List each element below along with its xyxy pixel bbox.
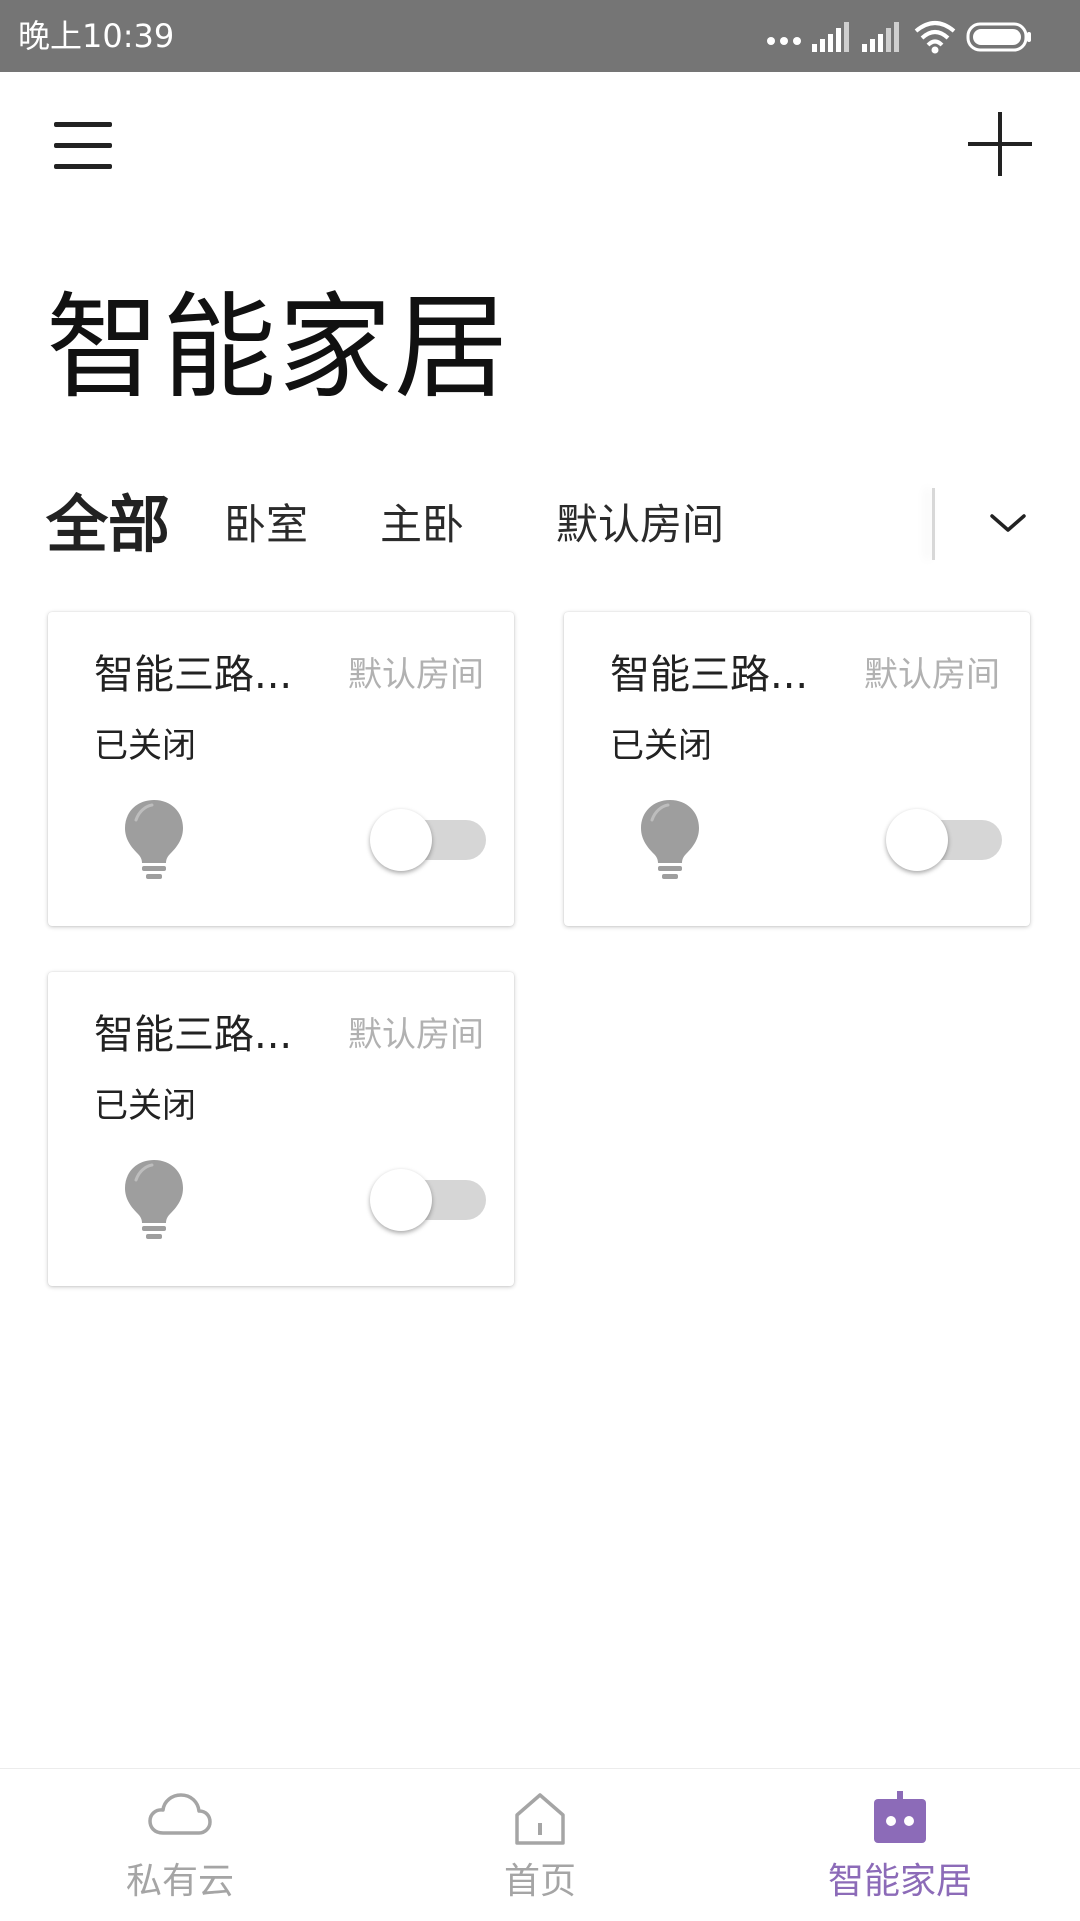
tabs-expand-button[interactable] [980,496,1036,552]
signal-icon [862,22,899,52]
nav-home[interactable]: 首页 [390,1769,690,1921]
device-room: 默认房间 [348,655,484,695]
plus-icon [968,112,1032,176]
hamburger-menu-icon [54,122,112,169]
device-card[interactable]: 智能三路... 默认房间 已关闭 [48,612,514,926]
tab-master-bedroom[interactable]: 主卧 [380,480,464,570]
device-state: 已关闭 [94,726,196,766]
nav-label: 首页 [503,1861,576,1902]
nav-smart-home[interactable]: 智能家居 [750,1769,1050,1921]
device-power-switch[interactable] [886,808,1002,872]
home-icon [515,1793,565,1845]
more-dots-icon [767,37,801,45]
page-title: 智能家居 [46,281,511,414]
switch-thumb [370,1169,432,1231]
device-name: 智能三路... [94,1012,293,1058]
lightbulb-icon [641,800,699,879]
wifi-icon [914,21,956,54]
device-state: 已关闭 [610,726,712,766]
nav-label: 私有云 [125,1861,234,1902]
device-card[interactable]: 智能三路... 默认房间 已关闭 [48,972,514,1286]
add-device-button[interactable] [964,108,1036,180]
switch-thumb [886,809,948,871]
device-name: 智能三路... [610,652,809,698]
device-room: 默认房间 [348,1015,484,1055]
device-power-switch[interactable] [370,1168,486,1232]
device-name: 智能三路... [94,652,293,698]
switch-thumb [370,809,432,871]
cloud-icon [148,1793,212,1835]
nav-label: 智能家居 [827,1861,972,1902]
status-bar: 晚上10:39 [0,0,1080,72]
room-tabs: 全部 卧室 主卧 默认房间 [0,480,1080,570]
chevron-down-icon [990,514,1026,532]
tab-all[interactable]: 全部 [46,480,170,570]
lightbulb-icon [125,1160,183,1239]
device-power-switch[interactable] [370,808,486,872]
bottom-nav: 私有云 首页 智能家居 [0,1768,1080,1921]
tab-bedroom[interactable]: 卧室 [224,480,308,570]
robot-icon [874,1791,926,1843]
device-room: 默认房间 [864,655,1000,695]
menu-button[interactable] [50,116,120,176]
device-card[interactable]: 智能三路... 默认房间 已关闭 [564,612,1030,926]
signal-icon [812,22,849,52]
status-icons [766,0,1066,72]
nav-private-cloud[interactable]: 私有云 [30,1769,330,1921]
lightbulb-icon [125,800,183,879]
status-time: 晚上10:39 [18,17,175,55]
tab-default-room[interactable]: 默认房间 [556,480,724,570]
tab-divider [932,488,935,560]
device-state: 已关闭 [94,1086,196,1126]
battery-icon [966,22,1031,52]
